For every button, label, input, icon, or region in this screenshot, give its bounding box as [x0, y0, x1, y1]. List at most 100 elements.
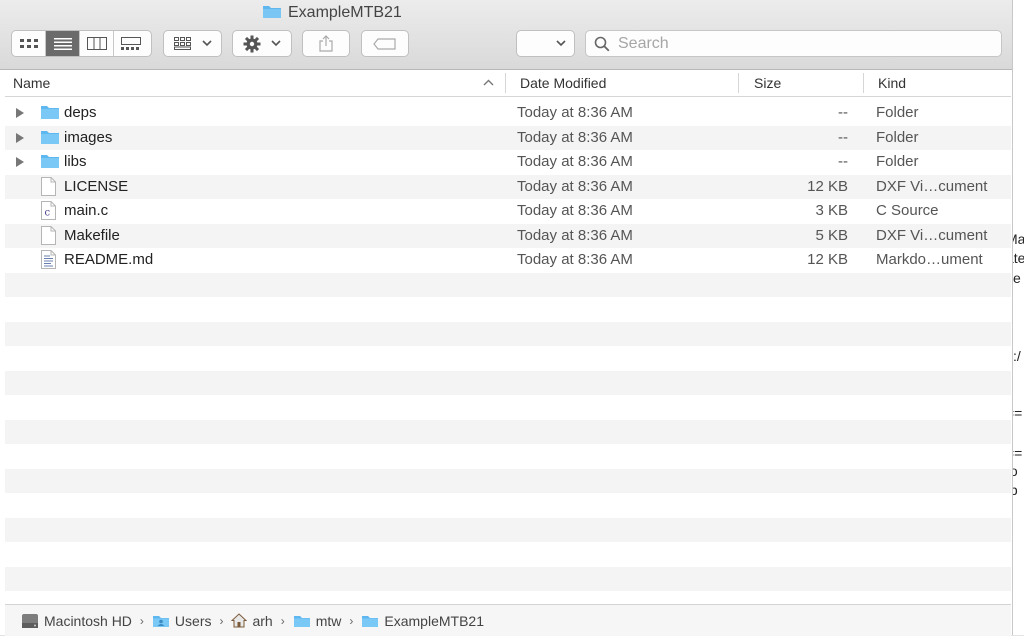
empty-row — [5, 542, 1011, 567]
file-name: main.c — [64, 202, 109, 219]
text-document-icon — [41, 250, 56, 269]
column-divider[interactable] — [738, 73, 739, 93]
share-icon — [319, 35, 333, 52]
file-list: deps Today at 8:36 AM -- Folder images T… — [5, 101, 1011, 604]
file-size: -- — [838, 104, 848, 121]
list-view-button[interactable] — [46, 31, 80, 56]
view-mode-selector — [11, 30, 152, 57]
document-icon — [41, 225, 56, 245]
file-name: README.md — [64, 251, 154, 268]
empty-row — [5, 321, 1011, 346]
chevron-down-icon — [271, 40, 281, 47]
search-input[interactable] — [616, 33, 980, 54]
file-date: Today at 8:36 AM — [517, 251, 633, 268]
file-name: images — [64, 128, 113, 146]
file-kind: Folder — [876, 128, 919, 146]
empty-row — [5, 370, 1011, 395]
empty-row — [5, 346, 1011, 371]
window-title-label: ExampleMTB21 — [288, 4, 402, 21]
chevron-down-icon — [201, 40, 212, 47]
file-row[interactable]: README.md Today at 8:36 AM 12 KB Markdo…… — [5, 248, 1011, 273]
file-kind: Folder — [876, 153, 919, 170]
path-item-label: Users — [174, 612, 212, 629]
file-date: Today at 8:36 AM — [517, 177, 633, 195]
c-source-file-icon: c — [41, 201, 56, 220]
file-row[interactable]: c main.c Today at 8:36 AM 3 KB C Source — [5, 199, 1011, 224]
file-row[interactable]: libs Today at 8:36 AM -- Folder — [5, 150, 1011, 175]
users-folder-icon — [152, 614, 170, 628]
path-item-label: mtw — [315, 612, 342, 629]
empty-row — [5, 591, 1011, 604]
file-size: -- — [838, 128, 848, 146]
folder-icon — [361, 614, 379, 628]
icon-view-button[interactable] — [12, 31, 46, 56]
hard-drive-icon — [21, 613, 39, 629]
gear-icon — [243, 35, 261, 52]
column-divider[interactable] — [863, 73, 864, 93]
path-item-label: arh — [252, 612, 273, 629]
path-item-arh[interactable]: arh — [231, 612, 273, 629]
column-view-icon — [86, 37, 107, 50]
svg-text:c: c — [45, 208, 51, 219]
file-size: -- — [838, 153, 848, 170]
file-row[interactable]: LICENSE Today at 8:36 AM 12 KB DXF Vi…cu… — [5, 174, 1011, 199]
file-row[interactable]: images Today at 8:36 AM -- Folder — [5, 125, 1011, 150]
search-field[interactable] — [585, 30, 1002, 57]
file-row[interactable]: Makefile Today at 8:36 AM 5 KB DXF Vi…cu… — [5, 223, 1011, 248]
path-item-users[interactable]: Users — [152, 612, 212, 629]
path-bar: Macintosh HD › Users › arh › mtw › Examp… — [5, 604, 1011, 636]
file-date: Today at 8:36 AM — [517, 104, 633, 121]
file-kind: DXF Vi…cument — [876, 226, 988, 244]
column-header-name[interactable]: Name — [13, 70, 50, 96]
empty-row — [5, 395, 1011, 420]
action-button[interactable] — [232, 30, 292, 57]
empty-row — [5, 444, 1011, 469]
file-date: Today at 8:36 AM — [517, 153, 633, 170]
disclosure-triangle-icon[interactable] — [15, 132, 25, 144]
disclosure-triangle-icon[interactable] — [15, 107, 25, 119]
tags-button[interactable] — [361, 30, 409, 57]
file-size: 12 KB — [807, 251, 848, 268]
search-icon — [594, 36, 610, 51]
file-name: libs — [64, 153, 87, 170]
finder-window: ExampleMTB21 Search Name Date Modified S… — [0, 0, 1013, 636]
column-header-kind[interactable]: Kind — [878, 70, 906, 96]
column-header-date[interactable]: Date Modified — [520, 70, 606, 96]
group-icon — [173, 37, 191, 50]
path-item-macintosh-hd[interactable]: Macintosh HD — [21, 613, 132, 629]
path-item-label: ExampleMTB21 — [384, 612, 484, 629]
empty-row — [5, 272, 1011, 297]
disclosure-triangle-icon[interactable] — [15, 156, 25, 168]
gallery-view-button[interactable] — [114, 31, 148, 56]
window-title: ExampleMTB21 — [262, 3, 402, 23]
group-by-button[interactable] — [163, 30, 222, 57]
file-date: Today at 8:36 AM — [517, 226, 633, 244]
path-item-label: Macintosh HD — [44, 612, 132, 629]
folder-icon — [262, 3, 282, 24]
file-kind: DXF Vi…cument — [876, 177, 988, 195]
folder-icon — [41, 130, 59, 144]
path-item-examplemtb21[interactable]: ExampleMTB21 — [361, 613, 484, 629]
column-header-size[interactable]: Size — [754, 70, 781, 96]
sort-dropdown[interactable] — [516, 30, 575, 57]
empty-row — [5, 468, 1011, 493]
chevron-right-icon: › — [349, 613, 354, 628]
column-view-button[interactable] — [80, 31, 114, 56]
file-size: 12 KB — [807, 177, 848, 195]
empty-row — [5, 493, 1011, 518]
chevron-down-icon — [556, 40, 566, 47]
file-name: LICENSE — [64, 177, 129, 195]
column-divider[interactable] — [505, 73, 506, 93]
file-date: Today at 8:36 AM — [517, 128, 633, 146]
chevron-right-icon: › — [280, 613, 285, 628]
folder-icon — [41, 106, 59, 119]
file-name: Makefile — [64, 226, 120, 244]
home-icon — [231, 613, 248, 628]
file-kind: Markdo…ument — [876, 251, 983, 268]
share-button[interactable] — [302, 30, 350, 57]
chevron-right-icon: › — [139, 613, 144, 628]
sort-ascending-icon — [483, 79, 494, 86]
file-row[interactable]: deps Today at 8:36 AM -- Folder — [5, 101, 1011, 126]
path-item-mtw[interactable]: mtw — [293, 612, 342, 629]
tag-icon — [373, 37, 396, 50]
